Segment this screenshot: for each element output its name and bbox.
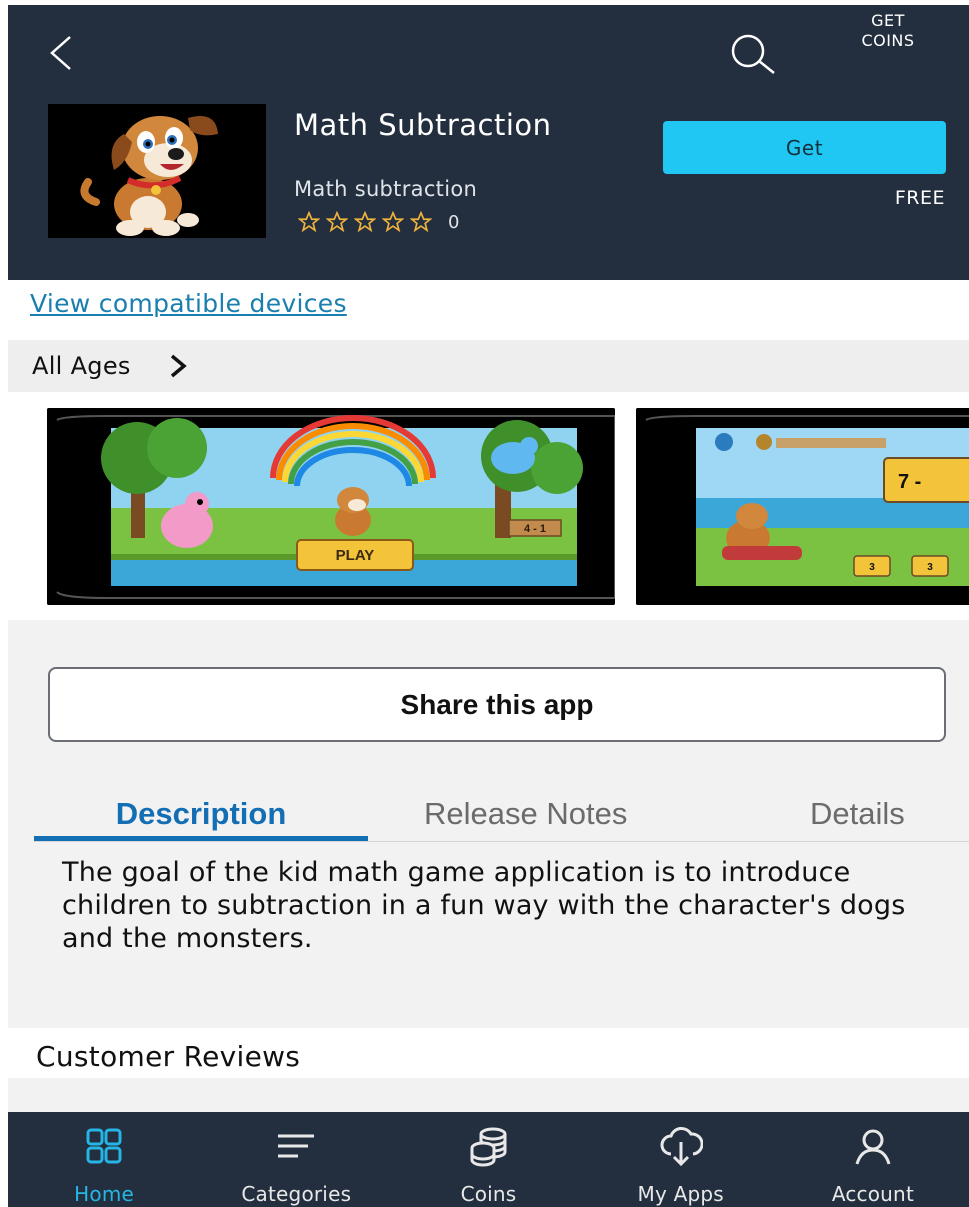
nav-home[interactable]: Home <box>8 1112 200 1207</box>
screenshot-carousel[interactable]: 4 - 1 PLAY 7 - 3 3 <box>8 392 969 620</box>
age-rating-row[interactable]: All Ages <box>8 340 969 392</box>
chevron-right-icon <box>170 354 187 378</box>
app-description: The goal of the kid math game applicatio… <box>62 857 906 954</box>
details-section: Share this app Description Release Notes… <box>8 620 969 1028</box>
nav-my-apps[interactable]: My Apps <box>585 1112 777 1207</box>
game-menu-scene: 4 - 1 PLAY <box>47 408 615 605</box>
star-outline-icon <box>410 211 432 233</box>
screenshot-2[interactable]: 7 - 3 3 <box>636 408 969 605</box>
svg-text:4 - 1: 4 - 1 <box>524 523 546 535</box>
nav-home-label: Home <box>74 1182 135 1206</box>
puppy-illustration <box>48 104 266 238</box>
coins-stack-icon <box>470 1127 506 1167</box>
customer-reviews-heading: Customer Reviews <box>36 1040 301 1073</box>
app-developer[interactable]: Math subtraction <box>294 177 477 201</box>
nav-categories[interactable]: Categories <box>200 1112 392 1207</box>
svg-text:3: 3 <box>927 562 933 573</box>
get-coins-line2: COINS <box>861 31 915 50</box>
app-header: GET COINS Math Subtraction Math subtract… <box>8 5 969 280</box>
tabs-divider <box>34 841 969 842</box>
nav-account[interactable]: Account <box>777 1112 969 1207</box>
star-outline-icon <box>354 211 376 233</box>
account-person-icon <box>855 1129 891 1165</box>
age-rating-label: All Ages <box>32 352 131 380</box>
nav-coins-label: Coins <box>460 1182 517 1206</box>
cloud-download-icon <box>660 1127 703 1167</box>
bottom-navigation: Home Categories Coins My Apps Account <box>8 1112 969 1207</box>
app-icon <box>48 104 266 238</box>
nav-categories-label: Categories <box>241 1182 352 1206</box>
back-arrow-icon[interactable] <box>44 33 80 73</box>
price-label: FREE <box>894 187 945 209</box>
star-outline-icon <box>382 211 404 233</box>
nav-coins[interactable]: Coins <box>392 1112 584 1207</box>
star-outline-icon <box>298 211 320 233</box>
tab-release-notes[interactable]: Release Notes <box>424 796 627 844</box>
app-title: Math Subtraction <box>294 108 552 142</box>
nav-account-label: Account <box>831 1182 914 1206</box>
star-outline-icon <box>326 211 348 233</box>
reviews-divider <box>8 1078 969 1114</box>
tab-details[interactable]: Details <box>810 796 905 844</box>
rating-count: 0 <box>448 211 460 233</box>
screenshot-1[interactable]: 4 - 1 PLAY <box>47 408 615 605</box>
categories-list-icon <box>278 1134 315 1158</box>
tab-details-label: Details <box>810 796 905 831</box>
star-rating[interactable]: 0 <box>298 207 459 237</box>
nav-my-apps-label: My Apps <box>637 1182 724 1206</box>
home-grid-icon <box>86 1128 122 1164</box>
svg-text:7 -: 7 - <box>898 471 921 493</box>
svg-text:3: 3 <box>869 562 875 573</box>
get-coins-line1: GET <box>871 11 905 30</box>
share-app-button[interactable]: Share this app <box>48 667 946 742</box>
search-icon[interactable] <box>724 31 782 75</box>
view-compatible-devices-link[interactable]: View compatible devices <box>30 289 347 318</box>
svg-text:PLAY: PLAY <box>336 547 375 564</box>
game-play-scene: 7 - 3 3 <box>636 408 969 605</box>
get-coins-button[interactable]: GET COINS <box>850 11 926 51</box>
get-button[interactable]: Get <box>663 121 946 174</box>
